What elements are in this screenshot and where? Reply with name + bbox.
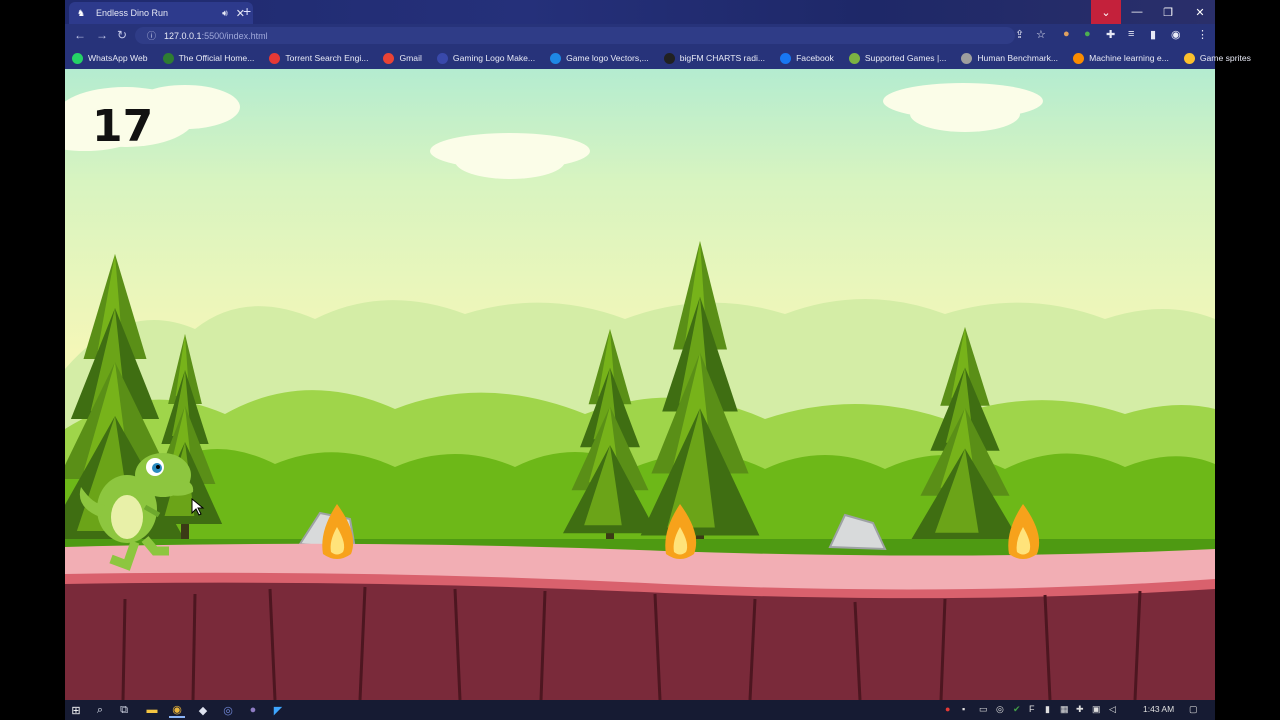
nvidia-icon[interactable]: ▪ <box>962 704 965 714</box>
bookmark-label: Human Benchmark... <box>977 53 1059 63</box>
bookmark-label: Machine learning e... <box>1089 53 1169 63</box>
game-scene <box>65 83 1215 700</box>
defender-icon[interactable]: ✚ <box>1076 704 1084 715</box>
vscode-icon[interactable]: ◤ <box>270 702 286 718</box>
bookmark-favicon-icon <box>848 52 860 64</box>
bookmark-item[interactable]: Human Benchmark... <box>961 52 1059 64</box>
bookmark-label: Gaming Logo Make... <box>452 53 536 63</box>
bookmark-label: bigFM CHARTS radi... <box>679 53 766 63</box>
browser-tab[interactable]: ♞ Endless Dino Run 🔊︎ ✕ <box>69 2 253 24</box>
task-view-icon[interactable]: ⧉ <box>116 702 132 718</box>
speaker-icon[interactable]: 🔊︎ <box>222 8 228 19</box>
back-arrow-icon[interactable]: ← <box>74 28 86 42</box>
bookmark-item[interactable]: The Official Home... <box>162 52 255 64</box>
forward-arrow-icon[interactable]: → <box>96 28 108 42</box>
bookmark-favicon-icon <box>1073 52 1085 64</box>
security-icon[interactable]: ✔ <box>1013 704 1021 715</box>
new-tab-button[interactable]: + <box>243 3 251 19</box>
file-explorer-icon[interactable]: ▬ <box>144 702 160 718</box>
windows-taskbar: ⊞ ⌕ ⧉ ▬ ◉ ◆ ◎ ● ◤ ● ▪ ▭ ◎ ✔ F ▮ ▦ ✚ ▣ ◁ … <box>65 700 1215 720</box>
bookmarks-bar: WhatsApp Web The Official Home... Torrent … <box>65 47 1251 69</box>
volume-icon[interactable]: ◁ <box>1109 704 1116 715</box>
tab-search-button[interactable]: ⌄ <box>1091 0 1121 24</box>
green-extension-icon[interactable]: ● <box>1084 28 1091 40</box>
tab-bar: ♞ Endless Dino Run 🔊︎ ✕ + ⌄ — ❐ ✕ <box>65 0 1215 24</box>
bookmark-item[interactable]: bigFM CHARTS radi... <box>663 52 766 64</box>
bookmark-favicon-icon <box>550 52 562 64</box>
windows-start-icon[interactable]: ⊞ <box>68 702 84 718</box>
bookmark-label: Game sprites <box>1199 53 1251 63</box>
touchpad-icon[interactable]: ▦ <box>1060 704 1069 715</box>
bookmark-item[interactable]: Game sprites <box>1183 52 1251 64</box>
mic-tray-icon[interactable]: ▮ <box>1045 704 1050 715</box>
kebab-menu-icon[interactable]: ⋮ <box>1197 28 1208 41</box>
bookmark-item[interactable]: Supported Games |... <box>848 52 947 64</box>
url-path: :5500/index.html <box>201 30 268 41</box>
bookmark-favicon-icon <box>780 52 792 64</box>
dino-favicon-icon: ♞ <box>77 8 86 18</box>
bookmark-item[interactable]: Gaming Logo Make... <box>436 52 536 64</box>
profile-avatar-icon[interactable]: ◉ <box>1171 28 1181 41</box>
search-icon[interactable]: ⌕ <box>92 702 108 718</box>
microphone-icon[interactable]: ● <box>945 704 950 714</box>
bookmark-item[interactable]: Machine learning e... <box>1073 52 1169 64</box>
bookmark-item[interactable]: WhatsApp Web <box>72 52 148 64</box>
extensions-puzzle-icon[interactable]: ✚ <box>1106 28 1115 41</box>
cloud-right <box>883 83 1043 132</box>
bookmark-favicon-icon <box>961 52 973 64</box>
side-panel-icon[interactable]: ▮ <box>1150 28 1156 41</box>
bookmark-favicon-icon <box>269 52 281 64</box>
bookmark-favicon-icon <box>162 52 174 64</box>
bookmark-item[interactable]: Gmail <box>383 52 422 64</box>
game-canvas[interactable]: 17 <box>65 69 1215 700</box>
media-queue-icon[interactable]: ≡ <box>1128 28 1134 40</box>
share-icon[interactable]: ⇪ <box>1015 28 1024 41</box>
bookmark-item[interactable]: Torrent Search Engi... <box>269 52 369 64</box>
score-display: 17 <box>92 101 154 152</box>
site-info-icon[interactable]: ⓘ <box>147 29 156 42</box>
screen: ♞ Endless Dino Run 🔊︎ ✕ + ⌄ — ❐ ✕ ← → ↻ … <box>65 0 1251 720</box>
bookmark-item[interactable]: Game logo Vectors,... <box>550 52 649 64</box>
tab-title: Endless Dino Run <box>96 8 169 18</box>
notification-icon[interactable]: ▢ <box>1189 704 1198 715</box>
bookmark-label: WhatsApp Web <box>88 53 148 63</box>
bookmark-item[interactable]: Facebook <box>780 52 834 64</box>
bookmark-favicon-icon <box>1183 52 1195 64</box>
restore-button[interactable]: ❐ <box>1153 0 1183 24</box>
minimize-button[interactable]: — <box>1122 0 1152 24</box>
bookmark-label: The Official Home... <box>178 53 255 63</box>
bookmark-favicon-icon <box>436 52 448 64</box>
discord-tray-icon[interactable]: ◎ <box>996 704 1004 715</box>
address-bar[interactable]: ⓘ 127.0.0.1:5500/index.html <box>135 27 1015 44</box>
bookmark-label: Game logo Vectors,... <box>566 53 649 63</box>
reload-icon[interactable]: ↻ <box>117 28 127 42</box>
chrome-icon[interactable]: ◉ <box>169 702 185 718</box>
bookmark-favicon-icon <box>383 52 395 64</box>
bookmark-favicon-icon <box>663 52 675 64</box>
usb-icon[interactable]: ▭ <box>979 704 988 715</box>
url-host: 127.0.0.1 <box>164 30 202 41</box>
discord-icon[interactable]: ◎ <box>220 702 236 718</box>
taskbar-clock[interactable]: 1:43 AM <box>1143 704 1174 714</box>
browser-toolbar: ← → ↻ ⓘ 127.0.0.1:5500/index.html ⇪ ☆ ● … <box>65 24 1215 47</box>
bookmark-label: Gmail <box>399 53 422 63</box>
network-icon[interactable]: ▣ <box>1092 704 1101 715</box>
bookmark-label: Facebook <box>796 53 834 63</box>
bookmark-label: Supported Games |... <box>864 53 947 63</box>
bookmark-star-icon[interactable]: ☆ <box>1036 28 1046 41</box>
font-icon[interactable]: F <box>1029 704 1035 714</box>
bookmark-favicon-icon <box>72 52 83 64</box>
ground-dirt <box>65 582 1215 700</box>
close-window-button[interactable]: ✕ <box>1185 0 1215 24</box>
bookmark-label: Torrent Search Engi... <box>285 53 369 63</box>
app-icon[interactable]: ◆ <box>195 702 211 718</box>
cloud-middle <box>430 133 590 179</box>
tor-browser-icon[interactable]: ● <box>245 702 261 718</box>
cookie-extension-icon[interactable]: ● <box>1063 28 1070 40</box>
